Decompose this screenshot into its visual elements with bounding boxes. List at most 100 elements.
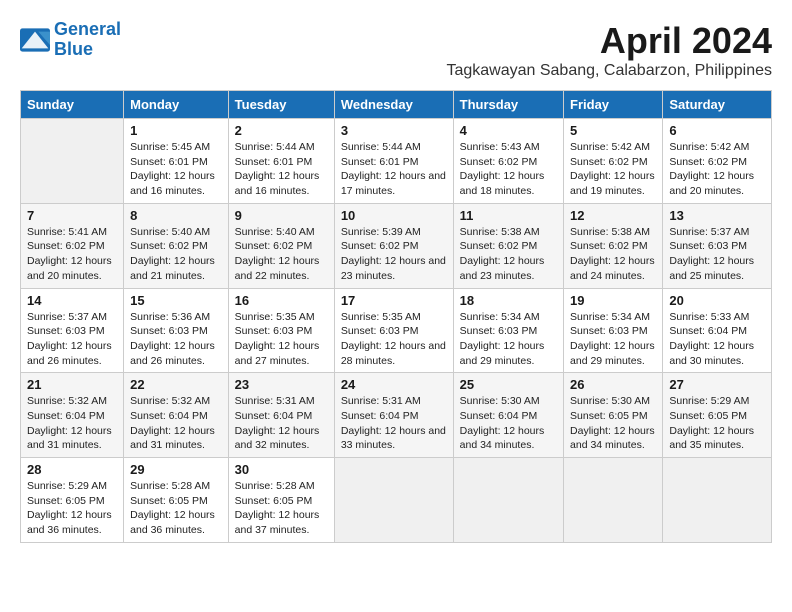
day-info: Sunrise: 5:35 AMSunset: 6:03 PMDaylight:… bbox=[341, 310, 447, 369]
day-number: 1 bbox=[130, 123, 222, 138]
day-info: Sunrise: 5:29 AMSunset: 6:05 PMDaylight:… bbox=[27, 479, 117, 538]
day-cell: 17 Sunrise: 5:35 AMSunset: 6:03 PMDayligh… bbox=[334, 288, 453, 373]
day-number: 15 bbox=[130, 293, 222, 308]
day-number: 29 bbox=[130, 462, 222, 477]
title-area: April 2024 Tagkawayan Sabang, Calabarzon… bbox=[446, 20, 772, 80]
day-info: Sunrise: 5:35 AMSunset: 6:03 PMDaylight:… bbox=[235, 310, 328, 369]
day-cell bbox=[453, 458, 563, 543]
day-cell bbox=[663, 458, 772, 543]
day-info: Sunrise: 5:44 AMSunset: 6:01 PMDaylight:… bbox=[341, 140, 447, 199]
day-number: 17 bbox=[341, 293, 447, 308]
week-row-1: 1 Sunrise: 5:45 AMSunset: 6:01 PMDaylight… bbox=[21, 119, 772, 204]
day-number: 6 bbox=[669, 123, 765, 138]
day-info: Sunrise: 5:29 AMSunset: 6:05 PMDaylight:… bbox=[669, 394, 765, 453]
day-number: 20 bbox=[669, 293, 765, 308]
day-number: 8 bbox=[130, 208, 222, 223]
day-cell bbox=[21, 119, 124, 204]
week-row-2: 7 Sunrise: 5:41 AMSunset: 6:02 PMDaylight… bbox=[21, 203, 772, 288]
day-info: Sunrise: 5:40 AMSunset: 6:02 PMDaylight:… bbox=[235, 225, 328, 284]
day-cell: 21Sunrise: 5:32 AMSunset: 6:04 PMDayligh… bbox=[21, 373, 124, 458]
calendar-table: SundayMondayTuesdayWednesdayThursdayFrid… bbox=[20, 90, 772, 543]
day-info: Sunrise: 5:40 AMSunset: 6:02 PMDaylight:… bbox=[130, 225, 222, 284]
day-cell: 29 Sunrise: 5:28 AMSunset: 6:05 PMDayligh… bbox=[124, 458, 229, 543]
day-number: 21 bbox=[27, 377, 117, 392]
day-cell: 13Sunrise: 5:37 AMSunset: 6:03 PMDayligh… bbox=[663, 203, 772, 288]
day-cell: 1 Sunrise: 5:45 AMSunset: 6:01 PMDaylight… bbox=[124, 119, 229, 204]
logo: General Blue bbox=[20, 20, 121, 60]
week-row-4: 21 Sunrise: 5:32 AMSunset: 6:04 PMDayligh… bbox=[21, 373, 772, 458]
day-cell: 24Sunrise: 5:31 AMSunset: 6:04 PMDayligh… bbox=[334, 373, 453, 458]
day-info: Sunrise: 5:42 AMSunset: 6:02 PMDaylight:… bbox=[570, 140, 656, 199]
day-info: Sunrise: 5:41 AMSunset: 6:02 PMDaylight:… bbox=[27, 225, 117, 284]
column-header-wednesday: Wednesday bbox=[334, 91, 453, 119]
day-number: 18 bbox=[460, 293, 557, 308]
day-number: 23 bbox=[235, 377, 328, 392]
column-header-monday: Monday bbox=[124, 91, 229, 119]
day-number: 28 bbox=[27, 462, 117, 477]
day-cell: 15Sunrise: 5:36 AMSunset: 6:03 PMDayligh… bbox=[124, 288, 229, 373]
day-number: 4 bbox=[460, 123, 557, 138]
day-cell: 22 Sunrise: 5:32 AMSunset: 6:04 PMDayligh… bbox=[124, 373, 229, 458]
day-cell: 20 Sunrise: 5:33 AMSunset: 6:04 PMDayligh… bbox=[663, 288, 772, 373]
column-header-sunday: Sunday bbox=[21, 91, 124, 119]
day-cell: 12 Sunrise: 5:38 AMSunset: 6:02 PMDayligh… bbox=[564, 203, 663, 288]
day-cell: 2 Sunrise: 5:44 AMSunset: 6:01 PMDaylight… bbox=[228, 119, 334, 204]
day-info: Sunrise: 5:30 AMSunset: 6:04 PMDaylight:… bbox=[460, 394, 557, 453]
day-cell: 6Sunrise: 5:42 AMSunset: 6:02 PMDaylight… bbox=[663, 119, 772, 204]
day-number: 26 bbox=[570, 377, 656, 392]
day-cell bbox=[334, 458, 453, 543]
day-cell: 27 Sunrise: 5:29 AMSunset: 6:05 PMDayligh… bbox=[663, 373, 772, 458]
day-cell: 3 Sunrise: 5:44 AMSunset: 6:01 PMDaylight… bbox=[334, 119, 453, 204]
day-cell: 5 Sunrise: 5:42 AMSunset: 6:02 PMDaylight… bbox=[564, 119, 663, 204]
subtitle: Tagkawayan Sabang, Calabarzon, Philippin… bbox=[446, 62, 772, 80]
day-info: Sunrise: 5:33 AMSunset: 6:04 PMDaylight:… bbox=[669, 310, 765, 369]
day-number: 25 bbox=[460, 377, 557, 392]
day-number: 7 bbox=[27, 208, 117, 223]
day-cell: 18 Sunrise: 5:34 AMSunset: 6:03 PMDayligh… bbox=[453, 288, 563, 373]
column-header-saturday: Saturday bbox=[663, 91, 772, 119]
day-cell: 14Sunrise: 5:37 AMSunset: 6:03 PMDayligh… bbox=[21, 288, 124, 373]
logo-line1: General bbox=[54, 19, 121, 39]
day-cell: 19Sunrise: 5:34 AMSunset: 6:03 PMDayligh… bbox=[564, 288, 663, 373]
day-cell: 26 Sunrise: 5:30 AMSunset: 6:05 PMDayligh… bbox=[564, 373, 663, 458]
day-cell: 23 Sunrise: 5:31 AMSunset: 6:04 PMDayligh… bbox=[228, 373, 334, 458]
day-info: Sunrise: 5:28 AMSunset: 6:05 PMDaylight:… bbox=[130, 479, 222, 538]
day-number: 3 bbox=[341, 123, 447, 138]
day-info: Sunrise: 5:34 AMSunset: 6:03 PMDaylight:… bbox=[460, 310, 557, 369]
day-number: 12 bbox=[570, 208, 656, 223]
day-info: Sunrise: 5:34 AMSunset: 6:03 PMDaylight:… bbox=[570, 310, 656, 369]
column-header-tuesday: Tuesday bbox=[228, 91, 334, 119]
day-number: 14 bbox=[27, 293, 117, 308]
day-info: Sunrise: 5:38 AMSunset: 6:02 PMDaylight:… bbox=[570, 225, 656, 284]
day-info: Sunrise: 5:38 AMSunset: 6:02 PMDaylight:… bbox=[460, 225, 557, 284]
day-cell: 30Sunrise: 5:28 AMSunset: 6:05 PMDayligh… bbox=[228, 458, 334, 543]
day-info: Sunrise: 5:31 AMSunset: 6:04 PMDaylight:… bbox=[235, 394, 328, 453]
day-number: 11 bbox=[460, 208, 557, 223]
day-cell: 9Sunrise: 5:40 AMSunset: 6:02 PMDaylight… bbox=[228, 203, 334, 288]
day-info: Sunrise: 5:44 AMSunset: 6:01 PMDaylight:… bbox=[235, 140, 328, 199]
day-info: Sunrise: 5:45 AMSunset: 6:01 PMDaylight:… bbox=[130, 140, 222, 199]
day-info: Sunrise: 5:37 AMSunset: 6:03 PMDaylight:… bbox=[669, 225, 765, 284]
day-cell: 25 Sunrise: 5:30 AMSunset: 6:04 PMDayligh… bbox=[453, 373, 563, 458]
day-number: 2 bbox=[235, 123, 328, 138]
day-number: 30 bbox=[235, 462, 328, 477]
calendar-body: 1 Sunrise: 5:45 AMSunset: 6:01 PMDaylight… bbox=[21, 119, 772, 543]
day-info: Sunrise: 5:32 AMSunset: 6:04 PMDaylight:… bbox=[130, 394, 222, 453]
day-cell: 11 Sunrise: 5:38 AMSunset: 6:02 PMDayligh… bbox=[453, 203, 563, 288]
day-number: 10 bbox=[341, 208, 447, 223]
week-row-3: 14Sunrise: 5:37 AMSunset: 6:03 PMDayligh… bbox=[21, 288, 772, 373]
column-header-friday: Friday bbox=[564, 91, 663, 119]
day-number: 5 bbox=[570, 123, 656, 138]
day-number: 27 bbox=[669, 377, 765, 392]
day-number: 16 bbox=[235, 293, 328, 308]
week-row-5: 28 Sunrise: 5:29 AMSunset: 6:05 PMDayligh… bbox=[21, 458, 772, 543]
main-title: April 2024 bbox=[446, 20, 772, 62]
day-info: Sunrise: 5:30 AMSunset: 6:05 PMDaylight:… bbox=[570, 394, 656, 453]
day-cell: 28 Sunrise: 5:29 AMSunset: 6:05 PMDayligh… bbox=[21, 458, 124, 543]
day-cell: 16 Sunrise: 5:35 AMSunset: 6:03 PMDayligh… bbox=[228, 288, 334, 373]
day-number: 22 bbox=[130, 377, 222, 392]
logo-line2: Blue bbox=[54, 39, 93, 59]
day-info: Sunrise: 5:31 AMSunset: 6:04 PMDaylight:… bbox=[341, 394, 447, 453]
day-cell: 10Sunrise: 5:39 AMSunset: 6:02 PMDayligh… bbox=[334, 203, 453, 288]
page-header: General Blue April 2024 Tagkawayan Saban… bbox=[20, 20, 772, 80]
